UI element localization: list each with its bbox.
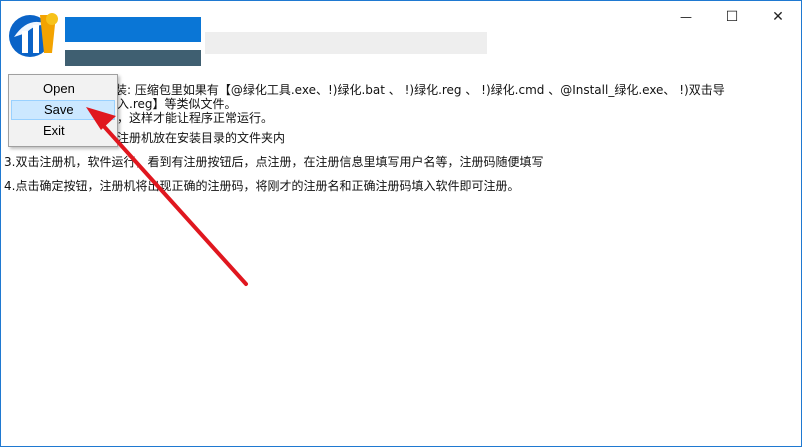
title-banner-blue xyxy=(65,17,201,42)
content-line: 入.reg】等类似文件。 xyxy=(117,97,237,111)
menu-item-exit[interactable]: Exit xyxy=(11,121,115,141)
content-line: 3.双击注册机，软件运行，看到有注册按钮后，点注册，在注册信息里填写用户名等，注… xyxy=(4,155,544,169)
minimize-icon: — xyxy=(680,10,692,24)
menu-item-open[interactable]: Open xyxy=(11,79,115,99)
content-line: ，这样才能让程序正常运行。 xyxy=(117,111,274,125)
content-line: 4.点击确定按钮，注册机将出现正确的注册码，将刚才的注册名和正确注册码填入软件即… xyxy=(4,179,520,193)
maximize-button[interactable]: ☐ xyxy=(709,1,755,33)
app-window: — ☐ ✕ 要安装: 压缩包里如果有【@绿化工具.exe、!)绿化.bat 、 … xyxy=(0,0,802,447)
menu-item-save[interactable]: Save xyxy=(11,100,115,120)
maximize-icon: ☐ xyxy=(725,9,739,25)
content-line: 注册机放在安装目录的文件夹内 xyxy=(117,131,286,145)
context-menu: Open Save Exit xyxy=(8,74,118,147)
close-button[interactable]: ✕ xyxy=(755,1,801,33)
title-banner-gray xyxy=(205,32,487,54)
minimize-button[interactable]: — xyxy=(663,1,709,33)
app-logo-icon xyxy=(9,13,58,57)
content-line: 要安装: 压缩包里如果有【@绿化工具.exe、!)绿化.bat 、 !)绿化.r… xyxy=(91,83,725,97)
close-icon: ✕ xyxy=(772,9,784,25)
title-banner-dark xyxy=(65,50,201,66)
